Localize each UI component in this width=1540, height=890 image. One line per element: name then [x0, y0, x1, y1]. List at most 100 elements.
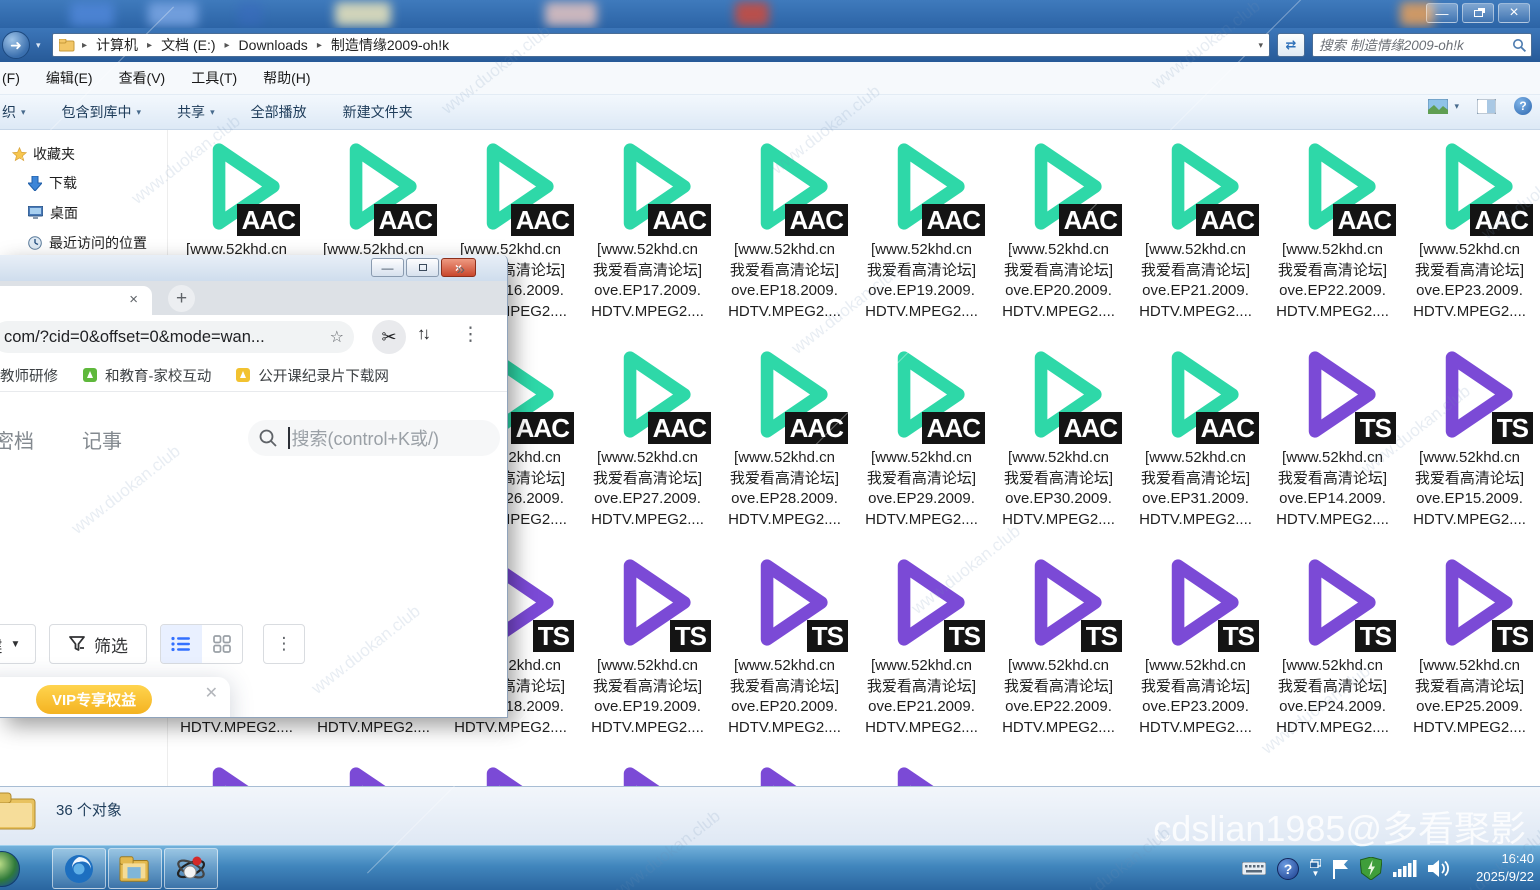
file-item[interactable]: AAC [www.52khd.cn我爱看高清论坛]ove.EP18.2009.H…: [716, 134, 853, 342]
file-item[interactable]: TS [www.52khd.cn我爱看高清论坛]ove.EP20.2009.HD…: [716, 550, 853, 758]
file-item[interactable]: AAC [www.52khd.cn我爱看高清论坛]ove.EP17.2009.H…: [579, 134, 716, 342]
toolbar-button[interactable]: 共享▾: [177, 102, 215, 122]
browser-restore-button[interactable]: [406, 258, 439, 277]
file-item[interactable]: TS [www.52khd.cn我爱看高清论坛]ove.EP26.2009.HD…: [168, 758, 305, 786]
file-item[interactable]: AAC [www.52khd.cn我爱看高清论坛]ove.EP21.2009.H…: [1127, 134, 1264, 342]
breadcrumb-item[interactable]: 计算机: [94, 35, 140, 55]
more-actions-button[interactable]: ⋮: [263, 624, 305, 664]
file-item[interactable]: AAC [www.52khd.cn我爱看高清论坛]ove.EP27.2009.H…: [579, 342, 716, 550]
address-bar[interactable]: ▸计算机▸文档 (E:)▸Downloads▸制造情缘2009-oh!k ▾: [52, 33, 1270, 57]
bookmarks-overflow-icon[interactable]: »: [457, 261, 465, 278]
file-item[interactable]: AAC [www.52khd.cn我爱看高清论坛]ove.EP28.2009.H…: [716, 342, 853, 550]
start-button[interactable]: [0, 851, 20, 887]
file-item[interactable]: AAC [www.52khd.cn我爱看高清论坛]ove.EP23.2009.H…: [1401, 134, 1538, 342]
file-item[interactable]: TS [www.52khd.cn我爱看高清论坛]ove.EP15.2009.HD…: [1401, 342, 1538, 550]
file-item[interactable]: TS [www.52khd.cn我爱看高清论坛]ove.EP14.2009.HD…: [1264, 342, 1401, 550]
file-item[interactable]: TS [www.52khd.cn我爱看高清论坛]ove.EP24.2009.HD…: [1264, 550, 1401, 758]
volume-icon[interactable]: [1428, 859, 1452, 878]
refresh-button[interactable]: ⇄: [1277, 33, 1305, 57]
menu-item[interactable]: 帮助(H): [263, 68, 310, 88]
change-view-button[interactable]: ▾: [1428, 99, 1459, 114]
taskbar-explorer-button[interactable]: [108, 848, 162, 889]
bookmark-item[interactable]: 和教育-家校互动: [82, 365, 211, 386]
action-center-flag-icon[interactable]: [1332, 859, 1349, 879]
file-item[interactable]: TS [www.52khd.cn我爱看高清论坛]ove.EP28.2009.HD…: [442, 758, 579, 786]
page-tab-files[interactable]: 密档: [0, 425, 34, 454]
explorer-search-input[interactable]: [1319, 35, 1509, 55]
toolbar-button[interactable]: 织▾: [2, 102, 26, 122]
toolbar-button[interactable]: 新建文件夹: [343, 102, 413, 122]
new-tab-button[interactable]: +: [168, 285, 195, 312]
menu-item[interactable]: 编辑(E): [46, 68, 93, 88]
breadcrumb-item[interactable]: 文档 (E:): [159, 35, 217, 55]
page-tab-notes[interactable]: 记事: [82, 425, 122, 454]
file-item[interactable]: TS [www.52khd.cn我爱看高清论坛]ove.EP25.2009.HD…: [1401, 550, 1538, 758]
sidebar-item[interactable]: 桌面: [0, 198, 167, 228]
format-badge: TS: [1218, 620, 1259, 652]
sidebar-item[interactable]: 下载: [0, 168, 167, 198]
url-text: com/?cid=0&offset=0&mode=wan...: [4, 328, 265, 347]
file-item[interactable]: AAC [www.52khd.cn我爱看高清论坛]ove.EP29.2009.H…: [853, 342, 990, 550]
toolbar-button[interactable]: 全部播放: [251, 102, 307, 122]
file-item[interactable]: TS [www.52khd.cn我爱看高清论坛]ove.EP22.2009.HD…: [990, 550, 1127, 758]
close-button[interactable]: ×: [1498, 3, 1530, 23]
file-item[interactable]: TS [www.52khd.cn我爱看高清论坛]ove.EP27.2009.HD…: [305, 758, 442, 786]
sort-arrows-icon[interactable]: ↑↓: [417, 324, 428, 344]
format-badge: AAC: [1059, 204, 1122, 236]
text-caret: [288, 427, 290, 449]
file-item[interactable]: AAC [www.52khd.cn我爱看高清论坛]ove.EP30.2009.H…: [990, 342, 1127, 550]
grid-view-button[interactable]: [202, 625, 243, 663]
browser-tab[interactable]: ×: [0, 286, 152, 315]
file-item[interactable]: TS [www.52khd.cn我爱看高清论坛]ove.EP29.2009.HD…: [579, 758, 716, 786]
bookmark-item[interactable]: 公开课纪录片下载网: [235, 365, 389, 386]
security-shield-icon[interactable]: [1360, 857, 1382, 880]
history-dropdown-icon[interactable]: ▾: [36, 40, 41, 51]
minimize-button[interactable]: —: [1426, 3, 1458, 23]
browser-address-bar[interactable]: com/?cid=0&offset=0&mode=wan... ☆: [0, 321, 354, 353]
vip-close-icon[interactable]: ✕: [205, 683, 218, 703]
preview-pane-icon[interactable]: [1477, 99, 1496, 114]
file-item[interactable]: AAC [www.52khd.cn我爱看高清论坛]ove.EP19.2009.H…: [853, 134, 990, 342]
hidden-icons-button[interactable]: ▼: [1310, 859, 1321, 878]
breadcrumb-item[interactable]: 制造情缘2009-oh!k: [329, 35, 451, 55]
file-item[interactable]: AAC [www.52khd.cn我爱看高清论坛]ove.EP20.2009.H…: [990, 134, 1127, 342]
bookmark-star-icon[interactable]: ☆: [330, 327, 344, 347]
file-item[interactable]: AAC [www.52khd.cn我爱看高清论坛]ove.EP22.2009.H…: [1264, 134, 1401, 342]
input-method-icon[interactable]: ?: [1277, 858, 1299, 880]
breadcrumb-item[interactable]: Downloads: [237, 37, 310, 53]
file-item[interactable]: TS [www.52khd.cn我爱看高清论坛]ove.EP31.2009.HD…: [853, 758, 990, 786]
filter-button[interactable]: 筛选: [49, 624, 147, 664]
toolbar-button[interactable]: 包含到库中▾: [62, 102, 142, 122]
format-badge: AAC: [922, 204, 985, 236]
file-item[interactable]: TS [www.52khd.cn我爱看高清论坛]ove.EP21.2009.HD…: [853, 550, 990, 758]
address-dropdown-icon[interactable]: ▾: [1258, 40, 1263, 51]
help-icon[interactable]: ?: [1514, 97, 1532, 115]
sidebar-item[interactable]: 最近访问的位置: [0, 228, 167, 258]
file-item[interactable]: TS [www.52khd.cn我爱看高清论坛]ove.EP30.2009.HD…: [716, 758, 853, 786]
sidebar-favorites-header[interactable]: 收藏夹: [0, 130, 167, 168]
file-item[interactable]: TS [www.52khd.cn我爱看高清论坛]ove.EP23.2009.HD…: [1127, 550, 1264, 758]
browser-page: 密档 记事 搜索(control+K或/) 建 ▼ 筛选 ⋮ 8 21 »: [0, 392, 508, 718]
taskbar-browser-button[interactable]: [52, 848, 106, 889]
bookmark-item[interactable]: 教师研修: [0, 365, 58, 386]
forward-button[interactable]: ➜: [2, 31, 30, 59]
menu-item[interactable]: 查看(V): [119, 68, 166, 88]
browser-minimize-button[interactable]: —: [371, 258, 404, 277]
list-view-button[interactable]: [161, 625, 202, 663]
explorer-search[interactable]: [1312, 33, 1532, 57]
atom-player-icon: [174, 853, 208, 885]
restore-button[interactable]: [1462, 3, 1494, 23]
new-button[interactable]: 建 ▼: [0, 624, 36, 664]
page-search[interactable]: 搜索(control+K或/): [248, 420, 500, 456]
browser-menu-icon[interactable]: ⋮: [461, 323, 480, 346]
file-item[interactable]: AAC [www.52khd.cn我爱看高清论坛]ove.EP31.2009.H…: [1127, 342, 1264, 550]
network-signal-icon[interactable]: [1393, 860, 1417, 877]
menu-item[interactable]: (F): [2, 70, 20, 86]
scissors-icon[interactable]: ✂: [372, 320, 406, 354]
menu-item[interactable]: 工具(T): [191, 68, 237, 88]
tab-close-icon[interactable]: ×: [129, 291, 138, 308]
taskbar-player-button[interactable]: [164, 848, 218, 889]
taskbar-clock[interactable]: 16:40 2025/9/22: [1476, 850, 1534, 886]
file-item[interactable]: TS [www.52khd.cn我爱看高清论坛]ove.EP19.2009.HD…: [579, 550, 716, 758]
keyboard-icon[interactable]: [1242, 862, 1266, 875]
